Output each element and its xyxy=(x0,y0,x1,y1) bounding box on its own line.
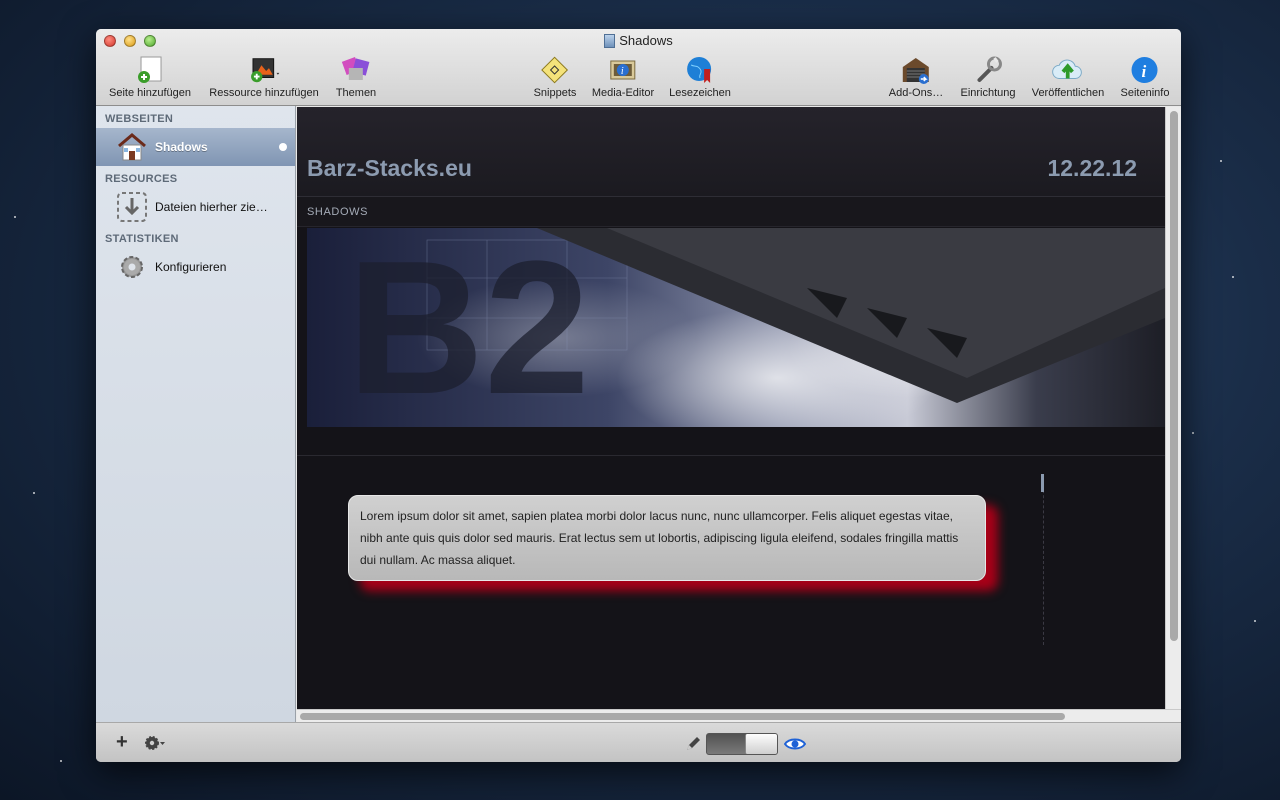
nav-label[interactable]: SHADOWS xyxy=(307,206,368,218)
media-editor-icon: i xyxy=(607,55,639,85)
sidebar-heading-statistiken: STATISTIKEN xyxy=(105,233,179,245)
toggle-knob[interactable] xyxy=(745,734,777,754)
add-resource-icon xyxy=(248,55,280,85)
add-page-button[interactable]: Seite hinzufügen xyxy=(109,55,191,99)
themes-button[interactable]: Themen xyxy=(336,55,376,99)
site-nav: SHADOWS xyxy=(297,197,1165,227)
add-page-small-button[interactable]: + xyxy=(116,732,128,752)
vertical-scrollbar[interactable] xyxy=(1165,107,1181,709)
toolbar: Shadows Seite hinzufügen Ressource hinzu… xyxy=(96,29,1181,106)
add-ons-button[interactable]: Add-Ons… xyxy=(889,55,943,99)
add-ons-icon xyxy=(900,55,932,85)
site-date: 12.22.12 xyxy=(1047,155,1137,181)
snippets-button[interactable]: Snippets xyxy=(534,55,576,99)
add-page-icon xyxy=(134,55,166,85)
preview-eye-icon[interactable] xyxy=(783,737,807,756)
drop-files-icon xyxy=(116,191,148,223)
site-title: Barz-Stacks.eu xyxy=(307,155,472,181)
sidebar-item-shadows[interactable]: Shadows xyxy=(96,128,295,166)
sidebar-heading-webseiten: WEBSEITEN xyxy=(105,113,174,125)
svg-text:B2: B2 xyxy=(347,228,590,427)
svg-text:i: i xyxy=(1142,62,1147,81)
media-editor-button[interactable]: i Media-Editor xyxy=(592,55,654,99)
svg-text:i: i xyxy=(621,66,624,77)
horizontal-scrollbar[interactable] xyxy=(297,709,1181,722)
horizontal-scroll-thumb[interactable] xyxy=(300,713,1065,720)
banner-image: B2 xyxy=(307,228,1165,427)
column-guide xyxy=(1043,475,1044,645)
page-info-button[interactable]: i Seiteninfo xyxy=(1121,55,1169,99)
page-preview[interactable]: Barz-Stacks.eu 12.22.12 SHADOWS B2 Lorem… xyxy=(297,107,1165,709)
column-marker xyxy=(1041,474,1044,492)
bottom-bar: + xyxy=(96,722,1181,762)
sidebar-heading-resources: RESOURCES xyxy=(105,173,178,185)
body-text: Lorem ipsum dolor sit amet, sapien plate… xyxy=(360,509,959,567)
gear-icon xyxy=(116,251,148,283)
app-window: Shadows Seite hinzufügen Ressource hinzu… xyxy=(96,29,1181,762)
setup-button[interactable]: Einrichtung xyxy=(960,55,1016,99)
window-title: Shadows xyxy=(96,33,1181,48)
add-resource-button[interactable]: Ressource hinzufügen xyxy=(209,55,319,99)
sidebar-item-drop-files[interactable]: Dateien hierher zie… xyxy=(96,188,295,226)
site-header: Barz-Stacks.eu 12.22.12 xyxy=(297,107,1165,197)
publish-icon xyxy=(1052,55,1084,85)
setup-icon xyxy=(972,55,1004,85)
home-icon xyxy=(116,131,148,163)
themes-icon xyxy=(340,55,372,85)
edit-preview-toggle[interactable] xyxy=(706,733,778,755)
sidebar: WEBSEITEN Shadows RESOURCES Dateien hier… xyxy=(96,106,296,722)
document-icon xyxy=(604,33,616,48)
bookmarks-icon xyxy=(684,55,716,85)
vertical-scroll-thumb[interactable] xyxy=(1170,111,1178,641)
publish-button[interactable]: Veröffentlichen xyxy=(1032,55,1104,99)
action-gear-icon[interactable] xyxy=(144,734,165,752)
unsaved-indicator xyxy=(279,143,287,151)
content-divider xyxy=(297,455,1165,456)
body-text-box[interactable]: Lorem ipsum dolor sit amet, sapien plate… xyxy=(348,495,986,581)
sidebar-item-configure[interactable]: Konfigurieren xyxy=(96,248,295,286)
snippets-icon xyxy=(539,55,571,85)
bookmarks-button[interactable]: Lesezeichen xyxy=(669,55,731,99)
edit-mode-pencil-icon[interactable] xyxy=(684,735,702,758)
page-info-icon: i xyxy=(1129,55,1161,85)
